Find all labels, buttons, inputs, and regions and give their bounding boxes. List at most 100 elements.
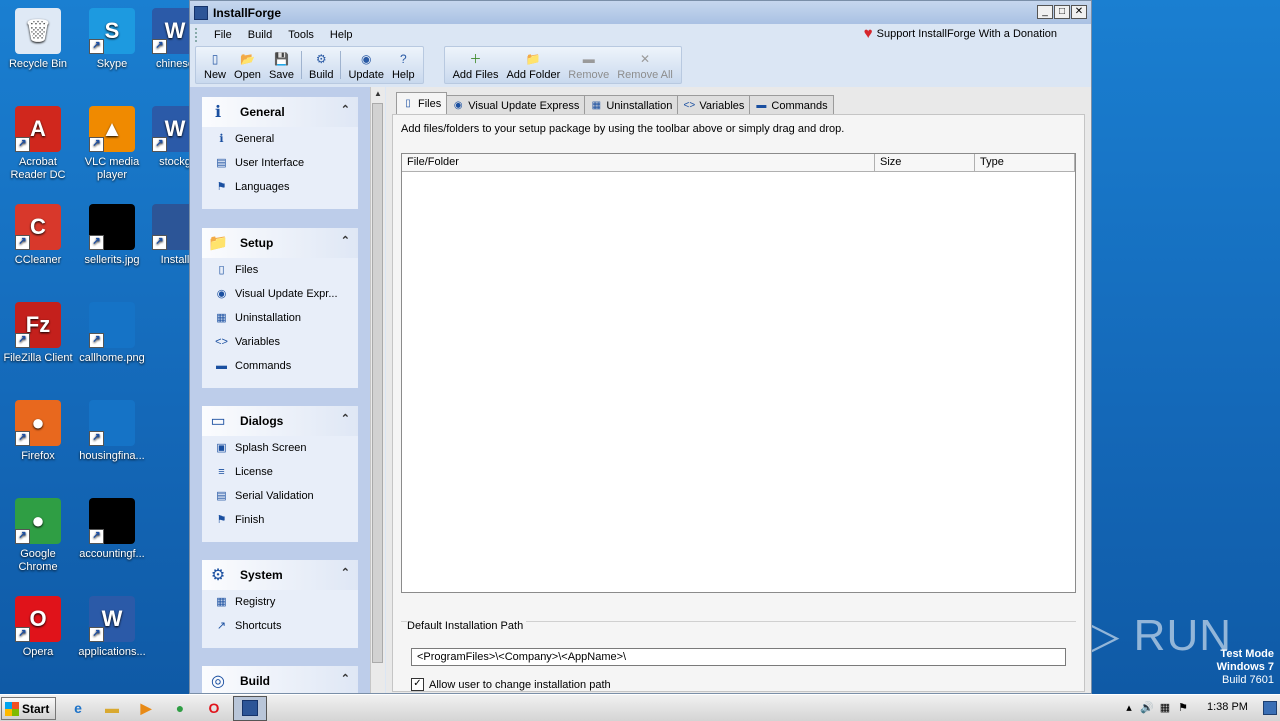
desktop-icon-label: accountingf... [79,548,145,560]
opera-icon[interactable]: O [204,698,224,718]
license-icon: ≡ [218,465,225,478]
build-disc-icon: ◎ [211,673,225,690]
tray-expand-icon[interactable]: ▴ [1122,701,1136,715]
menu-file[interactable]: File [206,29,240,41]
help-button[interactable]: ? Help [388,47,419,83]
tab-files[interactable]: ▯ Files [396,92,448,115]
shortcut-arrow-icon: ↗ [15,333,30,348]
sidebar-group-header[interactable]: ▭ Dialogs ⌃ [202,406,358,436]
scroll-thumb[interactable] [372,103,383,663]
maximize-button[interactable]: □ [1054,5,1070,19]
desktop-icon[interactable]: ↗ callhome.png [74,302,150,365]
desktop-icon[interactable]: O ↗ Opera [0,596,76,659]
collapse-chevron-icon[interactable]: ⌃ [341,412,350,425]
menu-tools[interactable]: Tools [280,29,322,41]
menu-help[interactable]: Help [322,29,361,41]
desktop-icon[interactable]: ↗ accountingf... [74,498,150,561]
installforge-window: InstallForge _ □ ✕ File Build Tools Help ♥ … [189,0,1092,694]
sidebar-group-header[interactable]: 📁 Setup ⌃ [202,228,358,258]
close-button[interactable]: ✕ [1071,5,1087,19]
sidebar-group-build: ◎ Build ⌃ [202,666,358,693]
sidebar-scrollbar[interactable]: ▲ [370,87,385,693]
files-list[interactable]: File/Folder Size Type [401,153,1076,593]
files-tab-panel: Add files/folders to your setup package … [392,114,1085,692]
chrome-icon: ● ↗ [15,498,61,544]
sidebar-group-header[interactable]: ℹ General ⌃ [202,97,358,127]
tab-commands[interactable]: ▬ Commands [749,95,834,115]
sidebar-item-license[interactable]: ≡ License [202,460,358,484]
menu-build[interactable]: Build [240,29,280,41]
sidebar-group-header[interactable]: ⚙ System ⌃ [202,560,358,590]
volume-icon[interactable]: 🔊 [1140,701,1154,715]
tab-visual-update-express[interactable]: ◉ Visual Update Express [446,95,586,115]
collapse-chevron-icon[interactable]: ⌃ [341,234,350,247]
collapse-chevron-icon[interactable]: ⌃ [341,672,350,685]
sidebar-item-finish[interactable]: ⚑ Finish [202,508,358,532]
sidebar-group-dialogs: ▭ Dialogs ⌃ ▣ Splash Screen ≡ License ▤ Serial V… [202,406,358,542]
save-button[interactable]: 💾 Save [265,47,298,83]
sidebar-item-splash-screen[interactable]: ▣ Splash Screen [202,436,358,460]
desktop-icon-label: Firefox [21,450,55,462]
build-button[interactable]: ⚙ Build [305,47,337,83]
sidebar-item-languages[interactable]: ⚑ Languages [202,175,358,199]
collapse-chevron-icon[interactable]: ⌃ [341,566,350,579]
desktop-icon[interactable]: W ↗ applications... [74,596,150,659]
clock[interactable]: 1:38 PM [1207,701,1248,713]
tab-uninstallation[interactable]: ▦ Uninstallation [584,95,679,115]
desktop-icon[interactable]: 🗑 Recycle Bin [0,8,76,71]
sidebar-item-shortcuts[interactable]: ↗ Shortcuts [202,614,358,638]
toolbar: ▯ New 📂 Open 💾 Save ⚙ Build ◉ Update? Help ＋ Add Fi… [190,46,1091,86]
ie-icon[interactable]: e [68,698,88,718]
scroll-up-icon[interactable]: ▲ [371,87,385,101]
media-player-icon[interactable]: ▶ [136,698,156,718]
sidebar-item-user-interface[interactable]: ▤ User Interface [202,151,358,175]
show-desktop-button[interactable] [1263,701,1277,715]
desktop-icon[interactable]: ● ↗ Firefox [0,400,76,463]
desktop-icon[interactable]: Fz ↗ FileZilla Client [0,302,76,365]
allow-change-checkbox[interactable]: ✓ Allow user to change installation path [411,678,611,691]
column-header[interactable]: Type [975,154,1075,171]
sidebar-item-files[interactable]: ▯ Files [202,258,358,282]
remove-button[interactable]: ▬ Remove [564,47,613,83]
sidebar-item-label: Files [235,264,259,276]
sidebar-item-visual-update-expr-[interactable]: ◉ Visual Update Expr... [202,282,358,306]
shortcut-arrow-icon: ↗ [152,39,167,54]
column-header[interactable]: Size [875,154,975,171]
sidebar-item-uninstallation[interactable]: ▦ Uninstallation [202,306,358,330]
sidebar-group-title: System [240,568,283,582]
desktop-icon[interactable]: ● ↗ Google Chrome [0,498,76,574]
user-interface-icon: ▤ [216,156,227,169]
install-path-input[interactable]: <ProgramFiles>\<Company>\<AppName>\ [411,648,1066,666]
desktop-icon-label: CCleaner [14,254,62,266]
desktop-icon[interactable]: C ↗ CCleaner [0,204,76,267]
sidebar-item-general[interactable]: ℹ General [202,127,358,151]
skype-icon: S ↗ [89,8,135,54]
desktop-icon[interactable]: ↗ housingfina... [74,400,150,463]
action-center-flag-icon[interactable]: ⚑ [1176,701,1190,715]
column-header[interactable]: File/Folder [402,154,875,171]
sidebar-group-header[interactable]: ◎ Build ⌃ [202,666,358,693]
checkbox-box[interactable]: ✓ [411,678,424,691]
donation-link[interactable]: ♥ Support InstallForge With a Donation [864,26,1057,41]
desktop-icon[interactable]: A ↗ Acrobat Reader DC [0,106,76,182]
minimize-button[interactable]: _ [1037,5,1053,19]
tab-variables[interactable]: <> Variables [677,95,751,115]
sidebar-item-commands[interactable]: ▬ Commands [202,354,358,378]
network-icon[interactable]: ▦ [1158,701,1172,715]
sidebar-item-registry[interactable]: ▦ Registry [202,590,358,614]
collapse-chevron-icon[interactable]: ⌃ [341,103,350,116]
explorer-icon[interactable]: ▬ [102,698,122,718]
sidebar-item-variables[interactable]: <> Variables [202,330,358,354]
chrome-icon[interactable]: ● [170,698,190,718]
update-button[interactable]: ◉ Update [344,47,387,83]
remove-all-button[interactable]: ✕ Remove All [613,47,677,83]
shortcut-arrow-icon: ↗ [89,627,104,642]
title-bar[interactable]: InstallForge _ □ ✕ [190,1,1091,24]
sidebar-item-serial-validation[interactable]: ▤ Serial Validation [202,484,358,508]
taskbar-installforge[interactable] [233,696,267,721]
start-button[interactable]: Start [1,697,56,720]
open-button[interactable]: 📂 Open [230,47,265,83]
new-button[interactable]: ▯ New [200,47,230,83]
add-folder-button[interactable]: 📁 Add Folder [502,47,564,83]
add-files-button[interactable]: ＋ Add Files [449,47,503,83]
